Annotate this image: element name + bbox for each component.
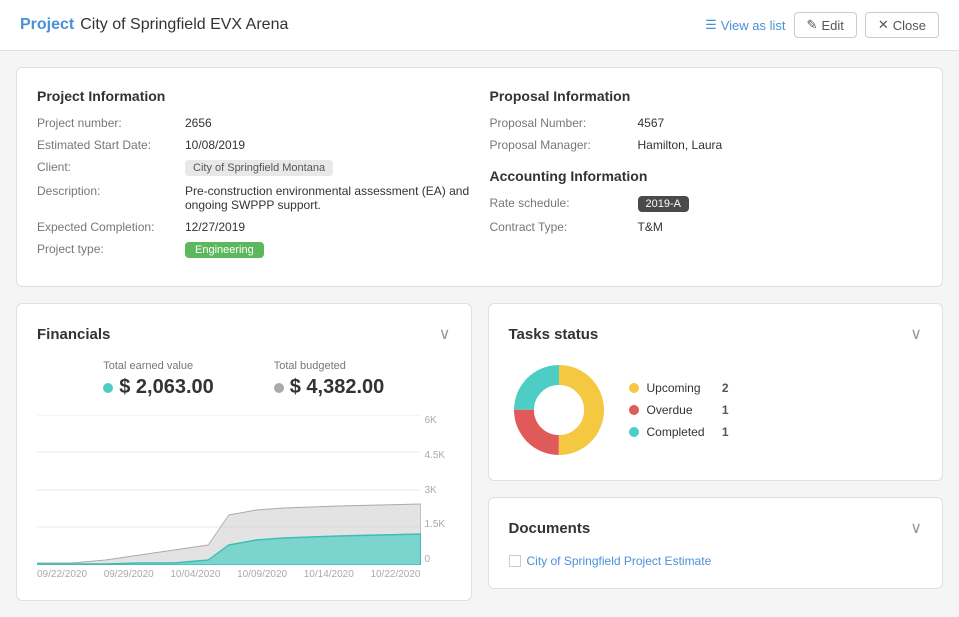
contract-type-row: Contract Type: T&M	[490, 220, 923, 234]
close-icon: ✕	[878, 17, 889, 33]
edit-button[interactable]: ✎ Edit	[794, 12, 857, 38]
overdue-label: Overdue	[647, 403, 693, 417]
description-row: Description: Pre-construction environmen…	[37, 184, 470, 212]
documents-chevron[interactable]: ∨	[910, 518, 922, 538]
accounting-info-title: Accounting Information	[490, 168, 923, 184]
chart-svg	[37, 415, 421, 565]
completed-label: Completed	[647, 425, 705, 439]
financials-title: Financials	[37, 326, 110, 343]
completed-dot	[629, 427, 639, 437]
project-type-row: Project type: Engineering	[37, 242, 470, 258]
client-row: Client: City of Springfield Montana	[37, 160, 470, 176]
project-number-row: Project number: 2656	[37, 116, 470, 130]
tasks-legend: Upcoming 2 Overdue 1 Completed 1	[629, 381, 729, 439]
edit-label: Edit	[821, 18, 843, 33]
legend-upcoming: Upcoming 2	[629, 381, 729, 395]
x-axis-labels: 09/22/2020 09/29/2020 10/04/2020 10/09/2…	[37, 569, 451, 580]
legend-completed: Completed 1	[629, 425, 729, 439]
completion-row: Expected Completion: 12/27/2019	[37, 220, 470, 234]
proposal-info-title: Proposal Information	[490, 88, 923, 104]
financials-card: Financials ∨ Total earned value $ 2,063.…	[16, 303, 472, 601]
top-bar: Project City of Springfield EVX Arena ☰ …	[0, 0, 959, 51]
proposal-manager-row: Proposal Manager: Hamilton, Laura	[490, 138, 923, 152]
view-as-list-button[interactable]: ☰ View as list	[705, 17, 785, 33]
documents-title: Documents	[509, 520, 591, 537]
earned-value: $ 2,063.00	[119, 376, 214, 399]
project-info-title: Project Information	[37, 88, 470, 104]
financials-chart	[37, 415, 421, 565]
completed-count: 1	[713, 425, 729, 439]
budgeted-value: $ 4,382.00	[290, 376, 385, 399]
overdue-dot	[629, 405, 639, 415]
proposal-number-row: Proposal Number: 4567	[490, 116, 923, 130]
total-budgeted-metric: Total budgeted $ 4,382.00	[274, 360, 385, 399]
donut-chart	[509, 360, 609, 460]
legend-overdue: Overdue 1	[629, 403, 729, 417]
start-date-row: Estimated Start Date: 10/08/2019	[37, 138, 470, 152]
upcoming-dot	[629, 383, 639, 393]
upcoming-label: Upcoming	[647, 381, 701, 395]
top-bar-actions: ☰ View as list ✎ Edit ✕ Close	[705, 12, 939, 38]
document-label: City of Springfield Project Estimate	[527, 554, 712, 568]
upcoming-count: 2	[713, 381, 729, 395]
project-info-section: Project Information Project number: 2656…	[37, 88, 470, 266]
document-link[interactable]: City of Springfield Project Estimate	[509, 554, 923, 568]
tasks-title: Tasks status	[509, 326, 599, 343]
y-axis-labels: 6K 4.5K 3K 1.5K 0	[421, 415, 451, 565]
tasks-status-card: Tasks status ∨	[488, 303, 944, 481]
list-icon: ☰	[705, 17, 717, 33]
total-earned-metric: Total earned value $ 2,063.00	[103, 360, 214, 399]
financials-chevron[interactable]: ∨	[439, 324, 451, 344]
close-label: Close	[893, 18, 926, 33]
edit-icon: ✎	[807, 17, 818, 33]
tasks-chevron[interactable]: ∨	[910, 324, 922, 344]
top-bar-left: Project City of Springfield EVX Arena	[20, 16, 288, 34]
earned-dot	[103, 383, 113, 393]
rate-schedule-row: Rate schedule: 2019-A	[490, 196, 923, 212]
project-info-card: Project Information Project number: 2656…	[16, 67, 943, 287]
page-title: City of Springfield EVX Arena	[80, 16, 288, 34]
proposal-accounting-section: Proposal Information Proposal Number: 45…	[490, 88, 923, 266]
view-as-list-label: View as list	[721, 18, 786, 33]
brand-label: Project	[20, 16, 74, 34]
documents-card: Documents ∨ City of Springfield Project …	[488, 497, 944, 589]
close-button[interactable]: ✕ Close	[865, 12, 939, 38]
doc-checkbox-icon	[509, 555, 521, 567]
overdue-count: 1	[713, 403, 729, 417]
document-list: City of Springfield Project Estimate	[509, 554, 923, 568]
budgeted-dot	[274, 383, 284, 393]
